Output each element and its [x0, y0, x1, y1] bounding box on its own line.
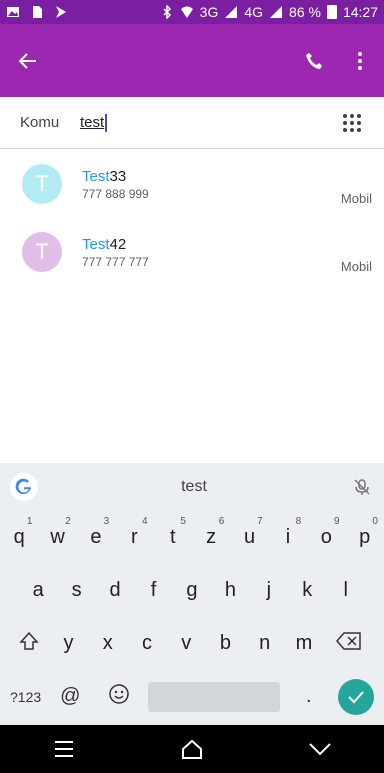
keyboard-row-4: ?123 @ .: [0, 670, 384, 723]
key-number-hint: 0: [372, 516, 378, 527]
contact-suggestions-list: T Test33 777 888 999 Mobil T Test42 777 …: [0, 150, 384, 286]
key-p[interactable]: 0p: [346, 516, 384, 549]
keyboard-row-1: 1q2w3e4r5t6z7u8i9o0p: [0, 511, 384, 564]
key-m[interactable]: m: [285, 632, 323, 655]
more-options-icon[interactable]: [348, 49, 372, 73]
key-q[interactable]: 1q: [0, 516, 38, 549]
suggestion-strip: test: [0, 463, 384, 511]
navigation-bar: [0, 725, 384, 773]
key-t[interactable]: 5t: [154, 516, 192, 549]
back-nav-icon[interactable]: [300, 729, 340, 769]
contact-phone-type: Mobil: [340, 191, 372, 206]
keyboard-row-3: yxcvbnm: [0, 617, 384, 670]
key-s[interactable]: s: [57, 579, 95, 602]
phone-icon[interactable]: [302, 49, 326, 73]
key-k[interactable]: k: [288, 579, 326, 602]
signal-icon-2: [269, 5, 283, 19]
key-w[interactable]: 2w: [38, 516, 76, 549]
recipient-field: Komu test: [0, 97, 384, 149]
signal-icon: [224, 5, 238, 19]
key-x[interactable]: x: [89, 632, 127, 655]
battery-icon: [326, 5, 337, 19]
key-number-hint: 3: [103, 516, 110, 527]
contact-phone: 777 888 999: [82, 186, 149, 201]
key-o[interactable]: 9o: [307, 516, 345, 549]
status-bar: 3G 4G 86 % 14:27: [0, 0, 384, 24]
suggestion-word[interactable]: test: [38, 478, 350, 496]
image-notification-icon: [6, 5, 20, 19]
key-number-hint: 2: [65, 516, 71, 527]
key-z[interactable]: 6z: [192, 516, 230, 549]
symbols-key[interactable]: ?123: [10, 689, 41, 705]
key-n[interactable]: n: [246, 632, 284, 655]
key-number-hint: 1: [26, 516, 33, 527]
backspace-key-icon[interactable]: [324, 631, 374, 657]
flag-notification-icon: [54, 5, 68, 19]
key-number-hint: 5: [180, 516, 186, 527]
key-number-hint: 6: [218, 516, 225, 527]
at-key[interactable]: @: [51, 685, 89, 708]
key-g[interactable]: g: [173, 579, 211, 602]
home-nav-icon[interactable]: [172, 729, 212, 769]
contact-phone-type: Mobil: [340, 259, 372, 274]
clock: 14:27: [342, 4, 378, 20]
key-i[interactable]: 8i: [269, 516, 307, 549]
key-number-hint: 4: [142, 516, 148, 527]
key-c[interactable]: c: [128, 632, 166, 655]
contact-phone: 777 777 777: [82, 254, 149, 269]
mic-off-icon[interactable]: [350, 475, 374, 499]
wifi-icon: [180, 5, 194, 19]
contact-item[interactable]: T Test33 777 888 999 Mobil: [0, 150, 384, 218]
contact-item[interactable]: T Test42 777 777 777 Mobil: [0, 218, 384, 286]
key-r[interactable]: 4r: [115, 516, 153, 549]
key-d[interactable]: d: [96, 579, 134, 602]
menu-nav-icon[interactable]: [44, 729, 84, 769]
key-number-hint: 7: [257, 516, 263, 527]
network-type-4g: 4G: [244, 4, 264, 20]
recipient-input[interactable]: test: [80, 114, 104, 131]
dialpad-icon[interactable]: [340, 111, 364, 135]
network-type-3g: 3G: [199, 4, 219, 20]
app-bar: [0, 24, 384, 97]
keyboard-row-2: asdfghjkl: [0, 564, 384, 617]
contact-name: Test33: [82, 167, 127, 185]
key-b[interactable]: b: [206, 632, 244, 655]
key-v[interactable]: v: [167, 632, 205, 655]
recipient-label: Komu: [20, 114, 60, 131]
contact-avatar: T: [22, 232, 62, 272]
bluetooth-icon: [160, 4, 174, 20]
key-a[interactable]: a: [19, 579, 57, 602]
shift-key-icon[interactable]: [10, 630, 48, 658]
emoji-key-icon[interactable]: [99, 683, 137, 711]
text-caret: [105, 113, 108, 132]
sim-notification-icon: [30, 5, 44, 19]
period-key[interactable]: .: [290, 685, 328, 708]
battery-percent: 86 %: [289, 4, 321, 20]
key-j[interactable]: j: [250, 579, 288, 602]
key-u[interactable]: 7u: [230, 516, 268, 549]
contact-avatar: T: [22, 164, 62, 204]
key-y[interactable]: y: [49, 632, 87, 655]
contact-name: Test42: [82, 235, 127, 253]
space-key[interactable]: [147, 681, 280, 712]
google-logo-icon[interactable]: [10, 473, 38, 501]
key-number-hint: 8: [295, 516, 302, 527]
back-arrow-icon[interactable]: [12, 45, 44, 77]
key-f[interactable]: f: [134, 579, 172, 602]
key-l[interactable]: l: [327, 579, 365, 602]
done-checkmark-icon[interactable]: [337, 678, 374, 715]
soft-keyboard: test 1q2w3e4r5t6z7u8i9o0p asdfghjkl yxcv…: [0, 463, 384, 725]
key-number-hint: 9: [333, 516, 340, 527]
key-h[interactable]: h: [211, 579, 249, 602]
key-e[interactable]: 3e: [77, 516, 115, 549]
